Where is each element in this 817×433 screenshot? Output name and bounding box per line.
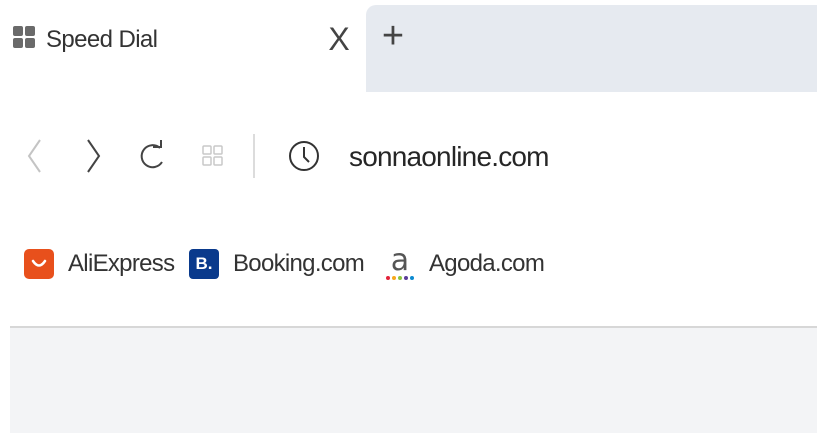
- agoda-icon: a: [385, 243, 415, 280]
- bookmark-label: Booking.com: [233, 250, 365, 277]
- toolbar-divider: [253, 134, 255, 178]
- speed-dial-grid-icon: [13, 26, 35, 48]
- speed-dial-icon: [202, 145, 223, 166]
- navigation-bar: sonnaonline.com: [0, 110, 817, 205]
- site-info-button[interactable]: [284, 136, 324, 176]
- booking-icon: B.: [189, 249, 219, 279]
- bookmark-aliexpress[interactable]: AliExpress: [24, 244, 175, 284]
- agoda-letter: a: [390, 243, 410, 278]
- page-content-area: [10, 328, 817, 433]
- speed-dial-button[interactable]: [198, 134, 228, 178]
- aliexpress-icon: [24, 249, 54, 279]
- bookmark-label: AliExpress: [68, 250, 175, 277]
- tab-strip: Speed Dial X +: [0, 0, 817, 92]
- site-info-clock-icon: [289, 141, 319, 171]
- forward-button[interactable]: [78, 134, 108, 178]
- tab-strip-background: [366, 5, 817, 92]
- tab-speed-dial[interactable]: Speed Dial X: [0, 0, 366, 92]
- bookmark-booking[interactable]: B. Booking.com: [189, 244, 365, 284]
- bookmark-agoda[interactable]: a Agoda.com: [385, 243, 545, 284]
- forward-icon: [87, 139, 101, 173]
- agoda-dots: [386, 276, 414, 280]
- reload-icon: [140, 140, 163, 169]
- reload-button[interactable]: [134, 134, 170, 178]
- back-button[interactable]: [20, 134, 50, 178]
- tab-title: Speed Dial: [46, 26, 158, 53]
- bookmarks-bar: AliExpress B. Booking.com a Agoda.com: [0, 232, 817, 302]
- back-icon: [27, 139, 41, 173]
- new-tab-button[interactable]: +: [376, 16, 410, 56]
- bookmark-label: Agoda.com: [429, 250, 545, 277]
- address-field[interactable]: sonnaonline.com: [349, 140, 550, 174]
- tab-close-button[interactable]: X: [324, 22, 354, 56]
